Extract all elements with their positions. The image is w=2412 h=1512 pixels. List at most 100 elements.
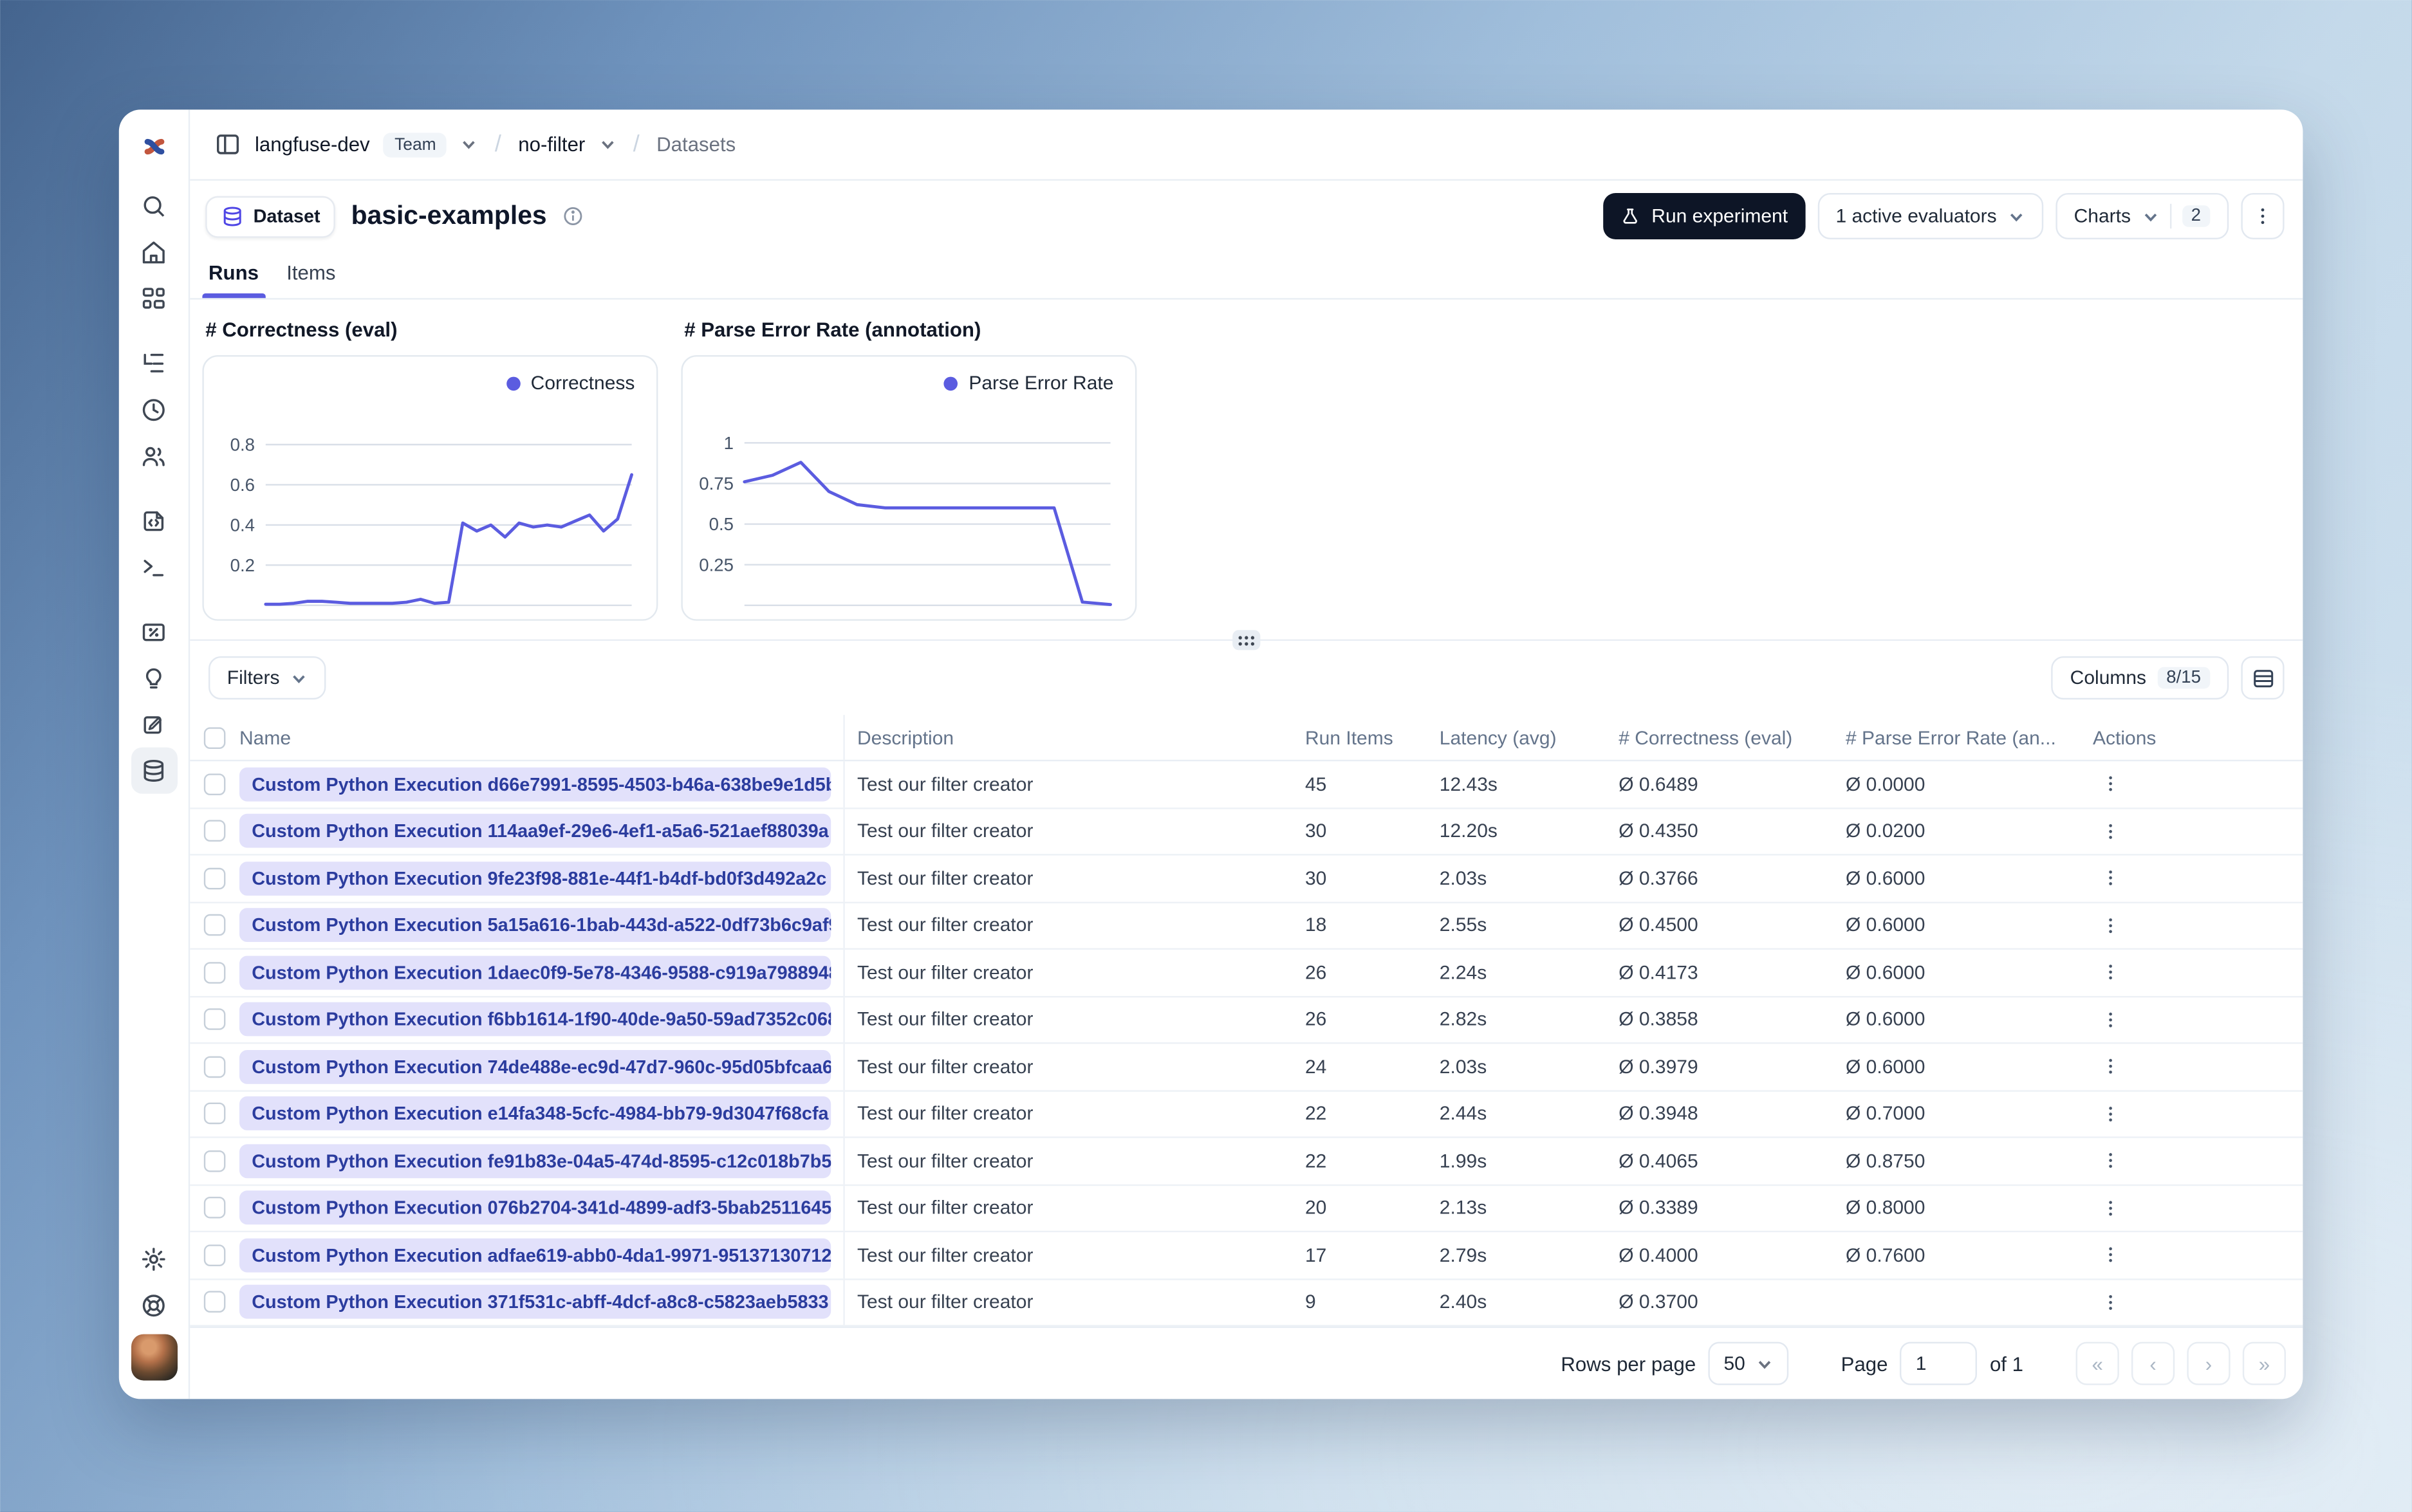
row-actions-button[interactable] [2093, 1144, 2127, 1178]
row-actions-button[interactable] [2093, 814, 2127, 848]
filters-button[interactable]: Filters [209, 656, 326, 700]
row-checkbox[interactable] [203, 914, 226, 936]
ideas-lightbulb-icon[interactable] [131, 655, 177, 701]
table-row[interactable]: Custom Python Execution f6bb1614-1f90-40… [190, 997, 2303, 1044]
column-header-latency[interactable]: Latency (avg) [1440, 726, 1619, 748]
table-row[interactable]: Custom Python Execution adfae619-abb0-4d… [190, 1232, 2303, 1280]
playground-terminal-icon[interactable] [131, 544, 177, 590]
run-name-link[interactable]: Custom Python Execution fe91b83e-04a5-47… [239, 1143, 831, 1178]
breadcrumb-org[interactable]: langfuse-dev [255, 133, 370, 156]
row-checkbox[interactable] [203, 1056, 226, 1078]
row-actions-button[interactable] [2093, 767, 2127, 801]
run-experiment-button[interactable]: Run experiment [1603, 193, 1805, 239]
table-row[interactable]: Custom Python Execution 9fe23f98-881e-44… [190, 855, 2303, 903]
sessions-clock-icon[interactable] [131, 386, 177, 432]
datasets-database-icon[interactable] [130, 747, 177, 794]
row-checkbox[interactable] [203, 867, 226, 889]
support-lifebuoy-icon[interactable] [131, 1282, 177, 1328]
breadcrumb-project[interactable]: no-filter [518, 133, 585, 156]
column-header-name[interactable]: Name [227, 715, 845, 760]
run-name-link[interactable]: Custom Python Execution 74de488e-ec9d-47… [239, 1049, 831, 1084]
next-page-button[interactable]: › [2187, 1341, 2231, 1385]
run-name-link[interactable]: Custom Python Execution adfae619-abb0-4d… [239, 1238, 831, 1273]
row-checkbox[interactable] [203, 820, 226, 842]
row-actions-button[interactable] [2093, 862, 2127, 896]
row-actions-button[interactable] [2093, 1191, 2127, 1225]
tracing-icon[interactable] [131, 340, 177, 386]
column-header-run-items[interactable]: Run Items [1305, 726, 1440, 748]
first-page-button[interactable]: « [2075, 1341, 2119, 1385]
run-name-link[interactable]: Custom Python Execution 114aa9ef-29e6-4e… [239, 814, 831, 849]
table-toolbar: Filters Columns 8/15 [190, 641, 2303, 715]
tab-items[interactable]: Items [286, 261, 335, 299]
run-name-link[interactable]: Custom Python Execution 9fe23f98-881e-44… [239, 861, 831, 896]
active-evaluators-button[interactable]: 1 active evaluators [1817, 193, 2043, 239]
row-actions-button[interactable] [2093, 1049, 2127, 1083]
table-row[interactable]: Custom Python Execution 114aa9ef-29e6-4e… [190, 808, 2303, 856]
column-header-parse-error[interactable]: # Parse Error Rate (an... [1846, 726, 2077, 748]
row-actions-button[interactable] [2093, 1238, 2127, 1272]
run-name-link[interactable]: Custom Python Execution d66e7991-8595-45… [239, 767, 831, 801]
row-checkbox[interactable] [203, 1244, 226, 1266]
resize-drag-handle[interactable] [1232, 630, 1261, 650]
run-name-link[interactable]: Custom Python Execution 5a15a616-1bab-44… [239, 908, 831, 943]
users-icon[interactable] [131, 432, 177, 479]
run-name-link[interactable]: Custom Python Execution e14fa348-5cfc-49… [239, 1096, 831, 1131]
row-checkbox[interactable] [203, 1103, 226, 1125]
sidebar-toggle-icon[interactable] [215, 131, 241, 158]
info-icon[interactable] [562, 205, 584, 227]
rows-per-page-select[interactable]: 50 [1708, 1341, 1789, 1385]
chart-svg: 0.25 0.5 0.75 1 [699, 433, 1113, 607]
row-actions-button[interactable] [2093, 1097, 2127, 1131]
page-input[interactable] [1900, 1341, 1978, 1385]
row-checkbox[interactable] [203, 1008, 226, 1031]
charts-button[interactable]: Charts 2 [2055, 193, 2229, 239]
columns-button[interactable]: Columns 8/15 [2051, 656, 2229, 700]
prev-page-button[interactable]: ‹ [2131, 1341, 2175, 1385]
table-row[interactable]: Custom Python Execution d66e7991-8595-45… [190, 761, 2303, 809]
settings-gear-icon[interactable] [131, 1235, 177, 1282]
run-description: Test our filter creator [857, 773, 1034, 795]
run-name-link[interactable]: Custom Python Execution 371f531c-abff-4d… [239, 1285, 831, 1320]
last-page-button[interactable]: » [2242, 1341, 2287, 1385]
annotation-queues-icon[interactable] [131, 701, 177, 748]
user-avatar[interactable] [130, 1334, 177, 1381]
home-icon[interactable] [131, 228, 177, 275]
more-actions-button[interactable] [2241, 193, 2285, 239]
row-checkbox[interactable] [203, 1291, 226, 1313]
row-actions-button[interactable] [2093, 908, 2127, 943]
column-header-correctness[interactable]: # Correctness (eval) [1619, 726, 1846, 748]
kebab-icon [2108, 1153, 2111, 1168]
table-row[interactable]: Custom Python Execution 1daec0f9-5e78-43… [190, 950, 2303, 997]
row-actions-button[interactable] [2093, 1285, 2127, 1319]
row-checkbox[interactable] [203, 773, 226, 795]
chevron-down-icon[interactable] [461, 136, 478, 152]
select-all-checkbox[interactable] [203, 726, 226, 748]
table-row[interactable]: Custom Python Execution 74de488e-ec9d-47… [190, 1044, 2303, 1091]
table-row[interactable]: Custom Python Execution e14fa348-5cfc-49… [190, 1091, 2303, 1138]
dashboards-icon[interactable] [131, 275, 177, 321]
table-row[interactable]: Custom Python Execution fe91b83e-04a5-47… [190, 1138, 2303, 1186]
table-row[interactable]: Custom Python Execution 5a15a616-1bab-44… [190, 902, 2303, 950]
row-checkbox[interactable] [203, 961, 226, 984]
run-correctness: Ø 0.4173 [1619, 961, 1698, 984]
chevron-down-icon[interactable] [599, 136, 616, 152]
run-parse-error: Ø 0.6000 [1846, 1008, 1925, 1031]
row-checkbox[interactable] [203, 1150, 226, 1172]
row-height-button[interactable] [2241, 656, 2285, 700]
breadcrumb-section[interactable]: Datasets [656, 133, 736, 156]
column-header-description[interactable]: Description [845, 726, 1305, 748]
row-actions-button[interactable] [2093, 1002, 2127, 1037]
evaluation-icon[interactable] [131, 609, 177, 655]
run-items-count: 30 [1305, 820, 1327, 842]
run-name-link[interactable]: Custom Python Execution 1daec0f9-5e78-43… [239, 955, 831, 990]
run-name-link[interactable]: Custom Python Execution 076b2704-341d-48… [239, 1191, 831, 1225]
prompts-icon[interactable] [131, 497, 177, 544]
row-checkbox[interactable] [203, 1197, 226, 1219]
run-name-link[interactable]: Custom Python Execution f6bb1614-1f90-40… [239, 1002, 831, 1037]
table-row[interactable]: Custom Python Execution 076b2704-341d-48… [190, 1185, 2303, 1233]
tab-runs[interactable]: Runs [202, 261, 264, 299]
row-actions-button[interactable] [2093, 955, 2127, 990]
table-row[interactable]: Custom Python Execution 371f531c-abff-4d… [190, 1279, 2303, 1327]
search-icon[interactable] [131, 182, 177, 228]
